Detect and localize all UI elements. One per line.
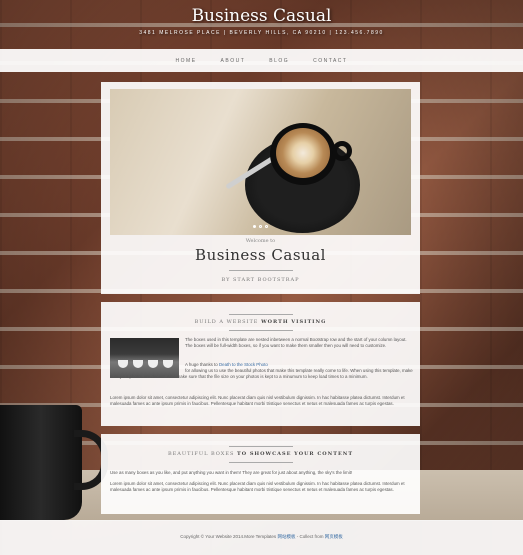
collect-from-link[interactable]: 网页模板 [325,534,343,539]
nav-contact[interactable]: CONTACT [301,58,359,64]
divider [229,270,293,271]
carousel-indicator-1[interactable] [252,225,256,228]
showcase-box: BEAUTIFUL BOXES TO SHOWCASE YOUR CONTENT… [101,434,420,514]
image-carousel[interactable] [110,89,411,235]
carousel-indicator-2[interactable] [259,225,262,228]
death-to-stock-photo-link[interactable]: Death to the Stock Photo [219,362,268,367]
background-mug [0,405,82,520]
divider [229,462,293,463]
showcase-paragraph-2: Lorem ipsum dolor sit amet, consectetur … [110,481,405,493]
about-heading-prefix: BUILD A WEBSITE [194,319,259,325]
copyright-text: Copyright © Your Website 2014.More Templ… [0,534,523,540]
site-footer: Copyright © Your Website 2014.More Templ… [0,520,523,555]
nav-home[interactable]: HOME [164,58,209,64]
hero-title: Business Casual [195,246,326,264]
main-navbar: HOME ABOUT BLOG CONTACT [0,49,523,72]
cup-handle-image [332,141,352,161]
nav-about[interactable]: ABOUT [209,58,258,64]
divider [229,446,293,447]
about-paragraph-2-start: A huge thanks to [185,362,218,367]
showcase-paragraph-1: Use as many boxes as you like, and put a… [110,470,353,475]
site-brand: Business Casual [191,6,332,26]
showcase-heading-strong: TO SHOWCASE YOUR CONTENT [237,451,354,457]
about-paragraph-1: The boxes used in this template are nest… [185,337,407,349]
copyright-mid: - Collect from [296,534,324,539]
hero-box: Welcome to Business Casual BY START BOOT… [101,82,420,294]
site-address: 3481 MELROSE PLACE | BEVERLY HILLS, CA 9… [139,30,384,36]
about-paragraph-2: for allowing us to use the beautiful pho… [110,368,413,380]
divider [229,314,293,315]
showcase-heading-prefix: BEAUTIFUL BOXES [167,451,235,457]
showcase-heading: BEAUTIFUL BOXES TO SHOWCASE YOUR CONTENT [101,451,420,457]
latte-art-image [276,128,330,178]
about-heading: BUILD A WEBSITE WORTH VISITING [101,319,420,325]
about-box: BUILD A WEBSITE WORTH VISITING The boxes… [101,302,420,426]
carousel-indicator-3[interactable] [265,225,269,228]
carousel-indicators [110,224,411,229]
copyright-prefix: Copyright © Your Website 2014.More Templ… [180,534,277,539]
divider [229,330,293,331]
nav-blog[interactable]: BLOG [257,58,301,64]
about-heading-strong: WORTH VISITING [261,319,327,325]
byline: BY START BOOTSTRAP [221,277,300,283]
welcome-text: Welcome to [245,238,276,244]
templates-link[interactable]: 网站模板 [277,534,295,539]
about-paragraph-3: Lorem ipsum dolor sit amet, consectetur … [110,395,405,407]
